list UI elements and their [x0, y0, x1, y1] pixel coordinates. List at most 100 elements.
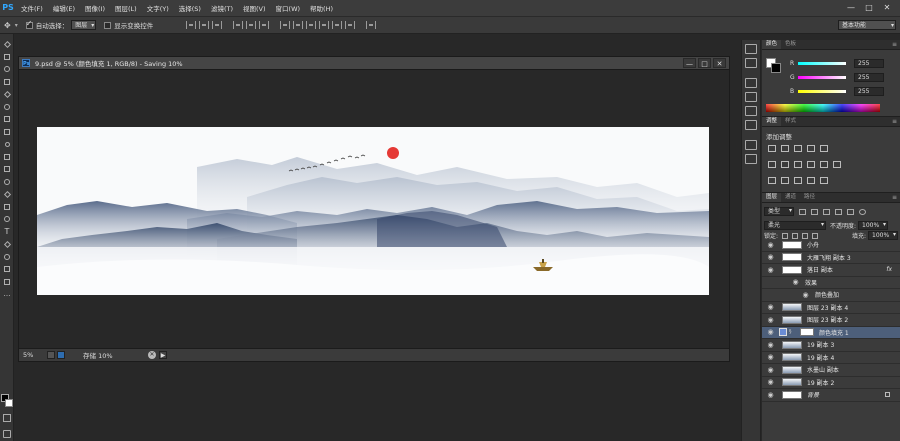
properties-panel-icon[interactable]	[745, 58, 757, 68]
status-menu-arrow-icon[interactable]: ▶	[159, 351, 167, 359]
align-top-icon[interactable]	[186, 21, 197, 29]
visibility-eye-icon[interactable]: ◉	[766, 316, 775, 324]
gradient-map-icon[interactable]	[807, 177, 815, 184]
visibility-eye-icon[interactable]: ◉	[766, 303, 775, 311]
auto-select-dropdown[interactable]: 图层	[71, 20, 97, 30]
blur-tool[interactable]	[0, 188, 14, 201]
info-panel-icon[interactable]	[745, 154, 757, 164]
layer-mask-thumbnail[interactable]	[800, 328, 814, 337]
layer-row-19-copy-3[interactable]: ◉ 19 副本 3	[762, 339, 900, 352]
opacity-field[interactable]: 100%	[858, 221, 889, 230]
channel-mixer-icon[interactable]	[820, 161, 828, 168]
red-value-field[interactable]: 255	[854, 58, 884, 68]
shape-tool[interactable]	[0, 251, 14, 264]
layer-row-23-copy-2[interactable]: ◉ 图层 23 副本 2	[762, 314, 900, 327]
layers-menu-icon[interactable]: ≡	[892, 193, 897, 202]
lock-all-icon[interactable]	[812, 232, 819, 239]
distribute-right-icon[interactable]	[345, 21, 356, 29]
photo-filter-icon[interactable]	[807, 161, 815, 168]
auto-select-checkbox[interactable]	[25, 19, 33, 29]
distribute-left-icon[interactable]	[319, 21, 330, 29]
layer-effects-badge[interactable]: fx	[886, 266, 892, 273]
move-tool-icon[interactable]: ✥	[4, 21, 11, 30]
visibility-eye-icon[interactable]: ◉	[766, 353, 775, 361]
layer-row-background[interactable]: ◉ 背景	[762, 389, 900, 402]
document-titlebar[interactable]: Ps 9.psd @ 5% (颜色填充 1, RGB/8) - Saving 1…	[19, 57, 729, 70]
distribute-hcenter-icon[interactable]	[332, 21, 343, 29]
fg-bg-color-swatches[interactable]	[1, 394, 13, 408]
extra-tools[interactable]: …	[0, 288, 14, 301]
visibility-eye-icon[interactable]: ◉	[766, 391, 775, 399]
zoom-level[interactable]: 5%	[23, 351, 45, 359]
panel-menu-icon[interactable]: ≡	[892, 40, 897, 49]
vibrance-triangle-icon[interactable]	[820, 145, 828, 152]
layer-row-19-copy-2[interactable]: ◉ 19 副本 2	[762, 377, 900, 389]
visibility-eye-icon[interactable]: ◉	[766, 328, 775, 336]
menu-file[interactable]: 文件(F)	[16, 3, 48, 13]
threshold-icon[interactable]	[794, 177, 802, 184]
exposure-icon[interactable]	[807, 145, 815, 152]
filter-smart-object-icon[interactable]	[847, 208, 854, 215]
cancel-save-icon[interactable]: ✕	[148, 351, 156, 359]
tab-swatches[interactable]: 色板	[781, 40, 800, 49]
menu-edit[interactable]: 编辑(E)	[48, 3, 80, 13]
effects-group-row[interactable]: ◉ 效果	[762, 277, 900, 289]
doc-close-button[interactable]: ✕	[713, 58, 726, 68]
gradient-tool[interactable]	[0, 176, 14, 189]
tab-adjustments[interactable]: 调整	[762, 117, 782, 126]
blend-mode-dropdown[interactable]: 柔光	[764, 221, 826, 230]
red-slider[interactable]	[798, 61, 846, 65]
eraser-tool[interactable]	[0, 163, 14, 176]
tab-paths[interactable]: 路径	[800, 193, 819, 202]
filter-adjustment-icon[interactable]	[811, 208, 818, 215]
eyedropper-tool[interactable]	[0, 101, 14, 114]
history-panel-icon[interactable]	[745, 44, 757, 54]
distribute-bottom-icon[interactable]	[306, 21, 317, 29]
blue-value-field[interactable]: 255	[854, 86, 884, 96]
minimize-button[interactable]: —	[842, 0, 860, 16]
doc-maximize-button[interactable]: □	[698, 58, 711, 68]
visibility-eye-icon[interactable]: ◉	[766, 366, 775, 374]
history-brush-tool[interactable]	[0, 151, 14, 164]
zoom-tool[interactable]	[0, 276, 14, 289]
levels-icon[interactable]	[781, 145, 789, 152]
curves-icon[interactable]	[794, 145, 802, 152]
layer-row-sunset[interactable]: ◉ 落日 副本 fx	[762, 264, 900, 277]
layer-row-geese[interactable]: ◉ 大雁飞翔 副本 3	[762, 252, 900, 264]
tool-preset-chevron-icon[interactable]: ▾	[15, 22, 18, 29]
move-tool[interactable]	[0, 38, 14, 51]
quick-select-tool[interactable]	[0, 76, 14, 89]
menu-help[interactable]: 帮助(H)	[305, 3, 338, 13]
visibility-eye-icon[interactable]: ◉	[766, 378, 775, 386]
green-value-field[interactable]: 255	[854, 72, 884, 82]
visibility-eye-icon[interactable]: ◉	[791, 278, 800, 286]
align-vcenter-icon[interactable]	[199, 21, 210, 29]
align-left-icon[interactable]	[233, 21, 244, 29]
menu-layer[interactable]: 图层(L)	[110, 3, 142, 13]
tab-layers[interactable]: 图层	[762, 193, 782, 202]
tab-color[interactable]: 颜色	[762, 40, 782, 49]
healing-tool[interactable]	[0, 113, 14, 126]
paragraph-panel-icon[interactable]	[745, 92, 757, 102]
dodge-tool[interactable]	[0, 201, 14, 214]
color-balance-icon[interactable]	[781, 161, 789, 168]
layer-row-boat[interactable]: ◉ 小舟	[762, 239, 900, 252]
hue-saturation-icon[interactable]	[768, 161, 776, 168]
menu-image[interactable]: 图像(I)	[80, 3, 110, 13]
brightness-icon[interactable]	[768, 145, 776, 152]
path-select-tool[interactable]	[0, 238, 14, 251]
lock-position-icon[interactable]	[802, 232, 809, 239]
tab-styles[interactable]: 样式	[781, 117, 800, 126]
canvas-area[interactable]	[19, 71, 729, 349]
filter-shape-icon[interactable]	[835, 208, 842, 215]
artwork-canvas[interactable]	[37, 127, 709, 295]
brush-tool[interactable]	[0, 126, 14, 139]
filter-type-icon[interactable]	[823, 208, 830, 215]
visibility-eye-icon[interactable]: ◉	[766, 341, 775, 349]
filter-pixel-icon[interactable]	[799, 208, 806, 215]
align-bottom-icon[interactable]	[212, 21, 223, 29]
fill-layer-swatch[interactable]	[779, 328, 787, 337]
visibility-eye-icon[interactable]: ◉	[766, 266, 775, 274]
layer-row-23-copy-4[interactable]: ◉ 图层 23 副本 4	[762, 302, 900, 314]
filter-kind-dropdown[interactable]: 类型	[764, 207, 794, 216]
